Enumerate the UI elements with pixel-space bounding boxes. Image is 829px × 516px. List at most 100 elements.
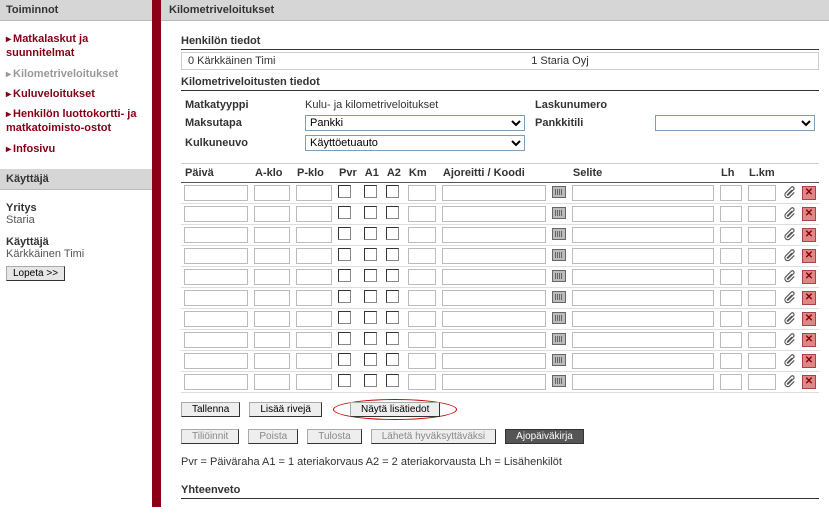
selite-input[interactable] — [572, 311, 714, 327]
km-input[interactable] — [408, 353, 436, 369]
selite-input[interactable] — [572, 353, 714, 369]
ajoreitti-input[interactable] — [442, 332, 546, 348]
selite-input[interactable] — [572, 185, 714, 201]
a1-checkbox[interactable] — [364, 227, 377, 240]
lh-input[interactable] — [720, 374, 742, 390]
ajoreitti-input[interactable] — [442, 269, 546, 285]
pvr-checkbox[interactable] — [338, 311, 351, 324]
sidebar-item-4[interactable]: ▸Infosivu — [6, 139, 146, 159]
paperclip-icon[interactable] — [782, 291, 796, 305]
km-input[interactable] — [408, 269, 436, 285]
km-input[interactable] — [408, 311, 436, 327]
pklo-input[interactable] — [296, 206, 332, 222]
tilioinnit-button[interactable]: Tiliöinnit — [181, 429, 239, 444]
lkm-input[interactable] — [748, 227, 776, 243]
paperclip-icon[interactable] — [782, 270, 796, 284]
km-input[interactable] — [408, 290, 436, 306]
tallenna-button[interactable]: Tallenna — [181, 402, 240, 417]
a2-checkbox[interactable] — [386, 332, 399, 345]
paperclip-icon[interactable] — [782, 186, 796, 200]
a2-checkbox[interactable] — [386, 206, 399, 219]
km-input[interactable] — [408, 206, 436, 222]
paiva-input[interactable] — [184, 311, 248, 327]
keyboard-icon[interactable] — [552, 312, 566, 324]
ajoreitti-input[interactable] — [442, 374, 546, 390]
paiva-input[interactable] — [184, 227, 248, 243]
ajoreitti-input[interactable] — [442, 311, 546, 327]
keyboard-icon[interactable] — [552, 375, 566, 387]
keyboard-icon[interactable] — [552, 207, 566, 219]
pklo-input[interactable] — [296, 353, 332, 369]
lh-input[interactable] — [720, 269, 742, 285]
delete-icon[interactable]: ✕ — [802, 333, 816, 347]
pklo-input[interactable] — [296, 248, 332, 264]
maksutapa-select[interactable]: Pankki — [305, 115, 525, 131]
lkm-input[interactable] — [748, 353, 776, 369]
a1-checkbox[interactable] — [364, 248, 377, 261]
lh-input[interactable] — [720, 248, 742, 264]
aklo-input[interactable] — [254, 290, 290, 306]
ajoreitti-input[interactable] — [442, 206, 546, 222]
km-input[interactable] — [408, 332, 436, 348]
a2-checkbox[interactable] — [386, 290, 399, 303]
sidebar-item-0[interactable]: ▸Matkalaskut ja suunnitelmat — [6, 29, 146, 64]
lkm-input[interactable] — [748, 185, 776, 201]
aklo-input[interactable] — [254, 185, 290, 201]
pklo-input[interactable] — [296, 311, 332, 327]
aklo-input[interactable] — [254, 269, 290, 285]
lkm-input[interactable] — [748, 248, 776, 264]
keyboard-icon[interactable] — [552, 291, 566, 303]
logout-button[interactable]: Lopeta >> — [6, 266, 65, 281]
paiva-input[interactable] — [184, 269, 248, 285]
lkm-input[interactable] — [748, 332, 776, 348]
delete-icon[interactable]: ✕ — [802, 228, 816, 242]
pklo-input[interactable] — [296, 227, 332, 243]
paperclip-icon[interactable] — [782, 312, 796, 326]
lh-input[interactable] — [720, 311, 742, 327]
a1-checkbox[interactable] — [364, 311, 377, 324]
aklo-input[interactable] — [254, 248, 290, 264]
delete-icon[interactable]: ✕ — [802, 270, 816, 284]
pklo-input[interactable] — [296, 290, 332, 306]
a2-checkbox[interactable] — [386, 353, 399, 366]
selite-input[interactable] — [572, 227, 714, 243]
delete-icon[interactable]: ✕ — [802, 249, 816, 263]
selite-input[interactable] — [572, 206, 714, 222]
pvr-checkbox[interactable] — [338, 332, 351, 345]
ajoreitti-input[interactable] — [442, 227, 546, 243]
keyboard-icon[interactable] — [552, 249, 566, 261]
aklo-input[interactable] — [254, 332, 290, 348]
a1-checkbox[interactable] — [364, 374, 377, 387]
delete-icon[interactable]: ✕ — [802, 354, 816, 368]
aklo-input[interactable] — [254, 374, 290, 390]
pankkitili-select[interactable] — [655, 115, 815, 131]
pvr-checkbox[interactable] — [338, 290, 351, 303]
selite-input[interactable] — [572, 248, 714, 264]
poista-button[interactable]: Poista — [248, 429, 298, 444]
pklo-input[interactable] — [296, 185, 332, 201]
selite-input[interactable] — [572, 269, 714, 285]
kulkuneuvo-select[interactable]: Käyttöetuauto — [305, 135, 525, 151]
aklo-input[interactable] — [254, 311, 290, 327]
a2-checkbox[interactable] — [386, 185, 399, 198]
selite-input[interactable] — [572, 290, 714, 306]
km-input[interactable] — [408, 227, 436, 243]
a1-checkbox[interactable] — [364, 332, 377, 345]
pklo-input[interactable] — [296, 332, 332, 348]
keyboard-icon[interactable] — [552, 354, 566, 366]
km-input[interactable] — [408, 374, 436, 390]
selite-input[interactable] — [572, 374, 714, 390]
keyboard-icon[interactable] — [552, 333, 566, 345]
paperclip-icon[interactable] — [782, 207, 796, 221]
lkm-input[interactable] — [748, 374, 776, 390]
lkm-input[interactable] — [748, 311, 776, 327]
a1-checkbox[interactable] — [364, 206, 377, 219]
nayta-lisatiedot-button[interactable]: Näytä lisätiedot — [350, 402, 440, 417]
pvr-checkbox[interactable] — [338, 248, 351, 261]
paiva-input[interactable] — [184, 290, 248, 306]
keyboard-icon[interactable] — [552, 228, 566, 240]
delete-icon[interactable]: ✕ — [802, 207, 816, 221]
selite-input[interactable] — [572, 332, 714, 348]
sidebar-item-3[interactable]: ▸Henkilön luottokortti- ja matkatoimisto… — [6, 104, 146, 139]
a2-checkbox[interactable] — [386, 269, 399, 282]
